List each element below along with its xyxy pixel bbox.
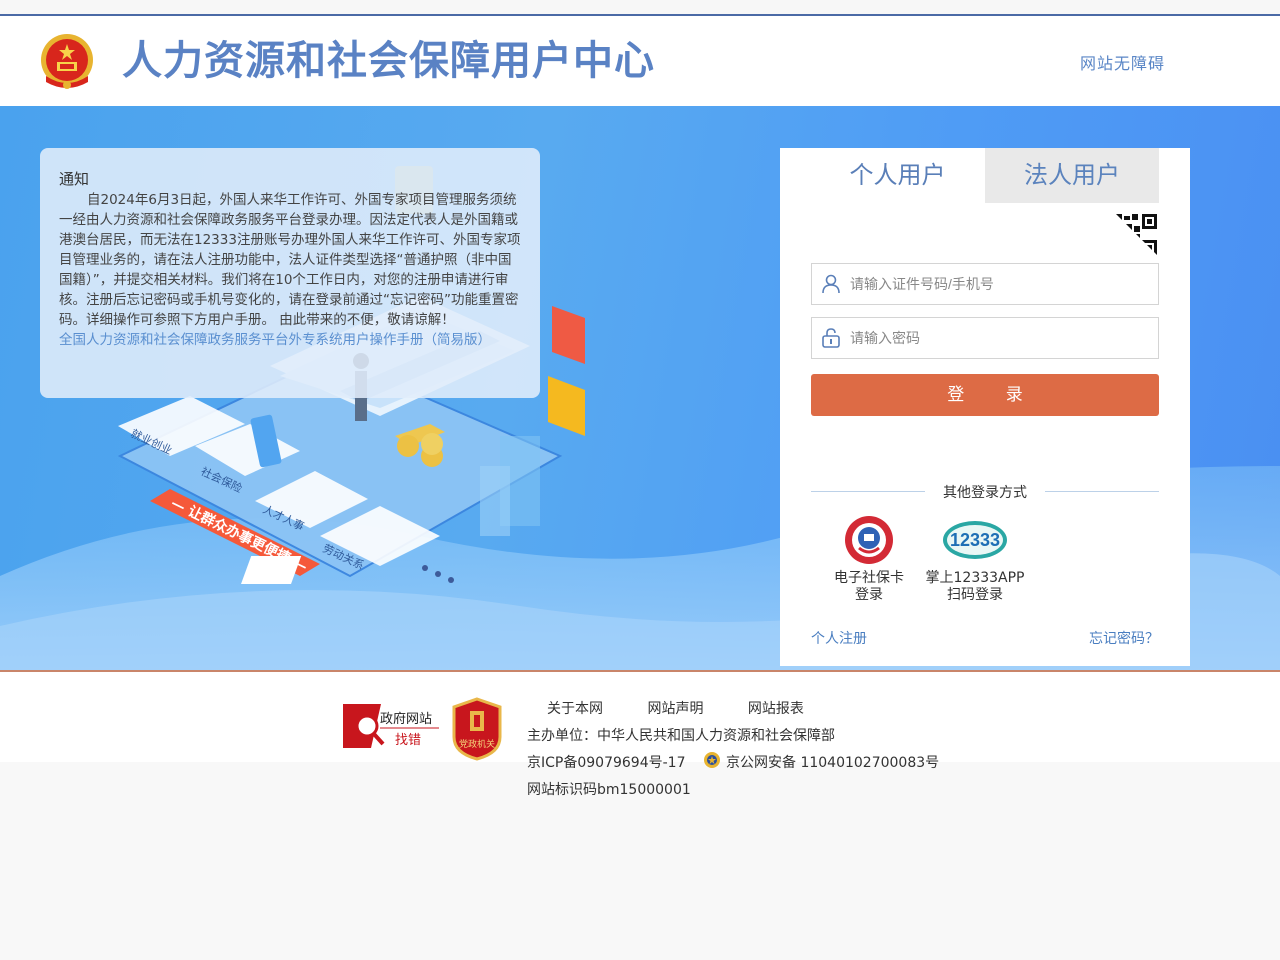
ss-card-label-1: 电子社保卡 — [834, 570, 904, 586]
app-12333-icon-text: 12333 — [950, 530, 1000, 550]
login-panel: 个人用户 法人用户 请输入证件号码/手机号 登 录 其他登录方式 电子社保卡 登… — [780, 148, 1190, 666]
login-banner: 就业创业 社会保险 人才人事 劳动关系 — 让群众办事更便捷 — 通知 自202… — [0, 106, 1280, 672]
notice-body: 自2024年6月3日起，外国人来华工作许可、外国专家项目管理服务须统一经由人力资… — [59, 192, 521, 328]
national-emblem-icon — [41, 34, 93, 89]
divider-left — [811, 491, 925, 492]
party-government-badge[interactable]: 党政机关 — [450, 697, 504, 761]
username-field — [811, 263, 1159, 305]
tab-corporate-user[interactable]: 法人用户 — [985, 148, 1159, 203]
ss-card-label-2: 登录 — [855, 587, 883, 603]
tab-personal-user[interactable]: 个人用户 — [810, 148, 985, 203]
notice-title: 通知 — [59, 170, 90, 188]
qr-code-login-icon[interactable] — [1114, 212, 1159, 257]
top-strip — [0, 0, 1280, 16]
user-manual-link[interactable]: 全国人力资源和社会保障政务服务平台外专系统用户操作手册（简易版） — [59, 330, 522, 350]
about-link[interactable]: 关于本网 — [547, 701, 603, 717]
password-field — [811, 317, 1159, 359]
register-link[interactable]: 个人注册 — [811, 628, 867, 648]
footer-links: 关于本网 网站声明 网站报表 — [547, 698, 844, 718]
police-badge-icon — [704, 752, 720, 768]
public-security-link[interactable]: 京公网安备 11040102700083号 — [726, 752, 939, 772]
lock-icon — [822, 328, 840, 348]
icp-link[interactable]: 京ICP备09079694号-17 — [527, 752, 685, 772]
social-security-card-icon — [845, 516, 893, 564]
divider-right — [1045, 491, 1159, 492]
app-label-2: 扫码登录 — [947, 587, 1003, 603]
forgot-password-link[interactable]: 忘记密码？ — [1089, 628, 1159, 648]
app-label-1: 掌上12333APP — [925, 570, 1025, 586]
gov-badge-text-1: 政府网站 — [380, 711, 432, 726]
notice-panel: 通知 自2024年6月3日起，外国人来华工作许可、外国专家项目管理服务须统一经由… — [40, 148, 540, 398]
site-title: 人力资源和社会保障用户中心 — [122, 38, 655, 84]
sponsor-text: 主办单位：中华人民共和国人力资源和社会保障部 — [527, 728, 835, 744]
header: 人力资源和社会保障用户中心 网站无障碍 — [0, 16, 1280, 106]
user-icon — [822, 274, 840, 294]
username-input[interactable] — [850, 264, 1150, 304]
accessibility-link[interactable]: 网站无障碍 — [1080, 50, 1165, 74]
gov-site-error-report-badge[interactable]: 政府网站 找错 — [343, 702, 443, 750]
other-login-title: 其他登录方式 — [943, 485, 1027, 501]
app-12333-login[interactable]: 12333 掌上12333APP 扫码登录 — [920, 514, 1030, 604]
password-input[interactable] — [850, 318, 1150, 358]
login-button[interactable]: 登 录 — [811, 374, 1159, 416]
statement-link[interactable]: 网站声明 — [647, 701, 703, 717]
app-12333-icon: 12333 — [943, 521, 1007, 559]
gov-badge-text-2: 找错 — [395, 732, 421, 747]
site-code-text: 网站标识码bm15000001 — [527, 782, 691, 798]
party-badge-text: 党政机关 — [459, 738, 495, 749]
social-security-card-login[interactable]: 电子社保卡 登录 — [814, 514, 924, 604]
report-link[interactable]: 网站报表 — [748, 701, 804, 717]
